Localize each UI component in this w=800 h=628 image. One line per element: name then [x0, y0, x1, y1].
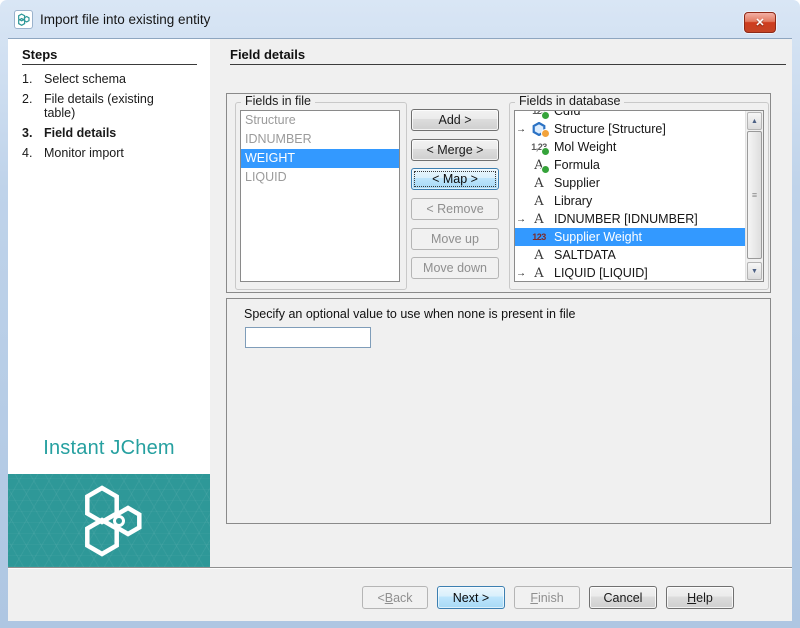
text-field-icon: A	[527, 264, 551, 281]
close-button[interactable]: ✕	[744, 12, 776, 33]
step-item-select-schema: 1. Select schema	[22, 72, 200, 86]
field-mapping-panel: Fields in file Structure IDNUMBER WEIGHT…	[226, 93, 771, 293]
db-field-row-selected[interactable]: 123 Supplier Weight	[515, 228, 746, 246]
file-field-row[interactable]: LIQUID	[241, 168, 399, 187]
fields-in-file-group: Fields in file Structure IDNUMBER WEIGHT…	[235, 102, 407, 290]
file-field-row[interactable]: Structure	[241, 111, 399, 130]
text-field-icon: A	[527, 192, 551, 210]
text-field-icon: A	[527, 246, 551, 264]
fields-in-database-list[interactable]: 123 CdId → Structure [Structure]	[514, 110, 764, 282]
db-field-row[interactable]: 1,23 Mol Weight	[515, 138, 746, 156]
step-item-monitor-import: 4. Monitor import	[22, 146, 200, 160]
text-field-icon: A	[527, 210, 551, 228]
text-field-icon: A	[527, 156, 551, 174]
optional-value-label: Specify an optional value to use when no…	[244, 307, 575, 321]
steps-panel: Steps 1. Select schema 2. File details (…	[8, 39, 210, 567]
map-button[interactable]: < Map >	[411, 168, 499, 190]
brand-banner	[8, 474, 210, 567]
move-up-button: Move up	[411, 228, 499, 250]
merge-button[interactable]: < Merge >	[411, 139, 499, 161]
wizard-window: Import file into existing entity ✕ Steps…	[0, 0, 800, 628]
optional-value-input[interactable]	[245, 327, 371, 348]
green-badge-icon	[542, 166, 549, 173]
fields-in-database-label: Fields in database	[515, 94, 624, 108]
steps-list: 1. Select schema 2. File details (existi…	[22, 72, 200, 166]
db-field-row[interactable]: A Supplier	[515, 174, 746, 192]
cancel-button[interactable]: Cancel	[589, 586, 657, 609]
integer-field-icon: 123	[527, 111, 551, 120]
finish-button: Finish	[514, 586, 580, 609]
mapped-arrow-icon: →	[515, 268, 527, 279]
steps-rule	[22, 64, 197, 65]
footer-button-bar: < Back Next > Finish Cancel Help	[8, 569, 792, 621]
file-field-row[interactable]: IDNUMBER	[241, 130, 399, 149]
fields-in-file-label: Fields in file	[241, 94, 315, 108]
db-field-row[interactable]: 123 CdId	[515, 111, 746, 120]
scroll-down-button[interactable]: ▼	[747, 262, 762, 280]
title-bar[interactable]: Import file into existing entity ✕	[0, 0, 800, 38]
db-field-row[interactable]: A SALTDATA	[515, 246, 746, 264]
db-field-row[interactable]: → Structure [Structure]	[515, 120, 746, 138]
back-button: < Back	[362, 586, 428, 609]
window-title: Import file into existing entity	[40, 12, 210, 27]
page-title: Field details	[230, 47, 305, 62]
decimal-field-icon: 1,23	[527, 138, 551, 156]
mapped-arrow-icon: →	[515, 214, 527, 225]
fields-in-file-list[interactable]: Structure IDNUMBER WEIGHT LIQUID	[240, 110, 400, 282]
step-item-file-details: 2. File details (existing table)	[22, 92, 200, 120]
app-logo-icon	[14, 10, 33, 29]
hexagon-logo-icon	[66, 481, 152, 561]
scroll-up-button[interactable]: ▲	[747, 112, 762, 130]
text-field-icon: A	[527, 174, 551, 192]
move-down-button: Move down	[411, 257, 499, 279]
db-field-row[interactable]: A Library	[515, 192, 746, 210]
step-item-field-details-current: 3. Field details	[22, 126, 200, 140]
integer-field-icon: 123	[527, 228, 551, 246]
db-field-row[interactable]: → A IDNUMBER [IDNUMBER]	[515, 210, 746, 228]
green-badge-icon	[542, 148, 549, 155]
structure-field-icon	[527, 120, 551, 138]
next-button[interactable]: Next >	[437, 586, 505, 609]
remove-button: < Remove	[411, 198, 499, 220]
brand-wordmark: Instant JChem	[8, 437, 210, 460]
db-list-scrollbar[interactable]: ▲ ≡ ▼	[745, 111, 763, 281]
fields-in-database-group: Fields in database 123 CdId →	[509, 102, 769, 290]
add-button[interactable]: Add >	[411, 109, 499, 131]
optional-value-panel: Specify an optional value to use when no…	[226, 298, 771, 524]
file-field-row-selected[interactable]: WEIGHT	[241, 149, 399, 168]
db-field-row[interactable]: A Formula	[515, 156, 746, 174]
mapped-arrow-icon: →	[515, 124, 527, 135]
green-badge-icon	[542, 112, 549, 119]
steps-title: Steps	[22, 47, 57, 62]
page-title-rule	[230, 64, 786, 65]
scrollbar-thumb[interactable]: ≡	[747, 131, 762, 259]
help-button[interactable]: Help	[666, 586, 734, 609]
db-field-row[interactable]: → A LIQUID [LIQUID]	[515, 264, 746, 281]
dialog-body: Steps 1. Select schema 2. File details (…	[8, 38, 792, 620]
orange-badge-icon	[542, 130, 549, 137]
wizard-page-content: Field details Fields in file Structure I…	[210, 39, 792, 567]
